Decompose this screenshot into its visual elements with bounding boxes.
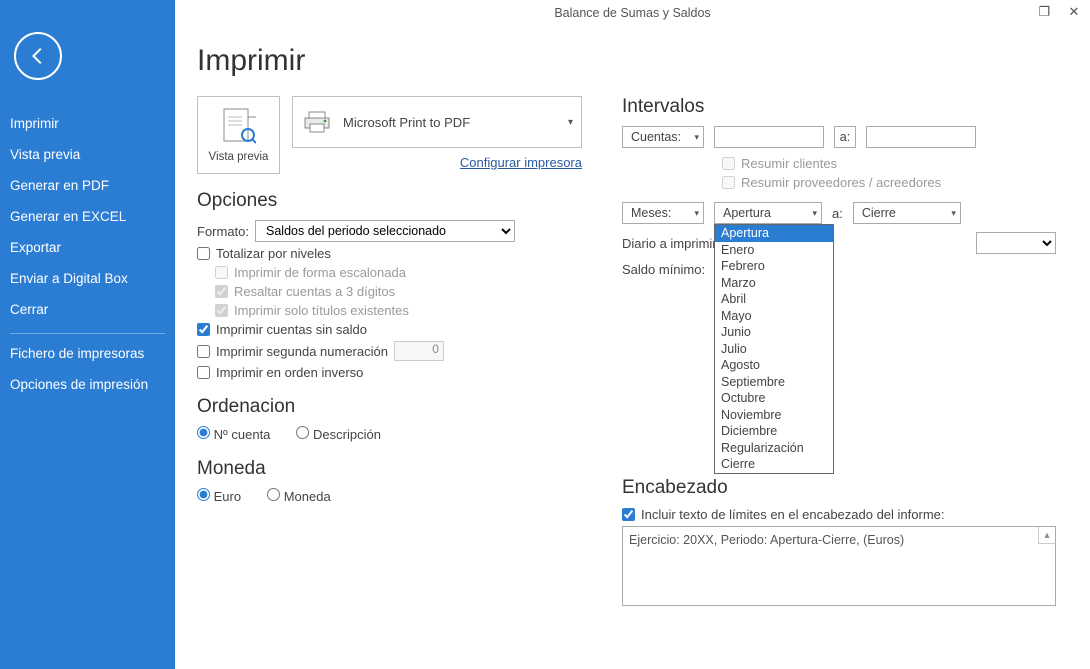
sidebar-separator xyxy=(10,333,165,334)
currency-other-label: Moneda xyxy=(284,489,331,504)
header-text: Ejercicio: 20XX, Periodo: Apertura-Cierr… xyxy=(629,533,904,547)
printer-name: Microsoft Print to PDF xyxy=(343,115,470,130)
preview-button[interactable]: Vista previa xyxy=(197,96,280,174)
totalize-label: Totalizar por niveles xyxy=(216,246,331,261)
summarize-suppliers-checkbox xyxy=(722,176,735,189)
month-option[interactable]: Diciembre xyxy=(715,423,833,440)
document-preview-icon xyxy=(222,107,256,147)
month-from-select[interactable]: Apertura ▾ xyxy=(714,202,822,224)
highlight3-checkbox xyxy=(215,285,228,298)
staggered-checkbox xyxy=(215,266,228,279)
month-from-value: Apertura xyxy=(723,206,771,220)
empty-balance-label: Imprimir cuentas sin saldo xyxy=(216,322,367,337)
sidebar: Imprimir Vista previa Generar en PDF Gen… xyxy=(0,0,175,669)
month-option[interactable]: Enero xyxy=(715,242,833,259)
header-section-title: Encabezado xyxy=(622,477,1056,499)
month-option[interactable]: Regularización xyxy=(715,440,833,457)
second-num-label: Imprimir segunda numeración xyxy=(216,344,388,359)
second-num-checkbox[interactable] xyxy=(197,345,210,358)
intervals-title: Intervalos xyxy=(622,96,1056,118)
only-titles-label: Imprimir solo títulos existentes xyxy=(234,303,409,318)
order-title: Ordenacion xyxy=(197,396,582,418)
accounts-label-dropdown[interactable]: Cuentas: ▾ xyxy=(622,126,704,148)
empty-balance-checkbox[interactable] xyxy=(197,323,210,336)
month-option[interactable]: Junio xyxy=(715,324,833,341)
include-limits-label: Incluir texto de límites en el encabezad… xyxy=(641,507,945,522)
month-option[interactable]: Abril xyxy=(715,291,833,308)
currency-euro-label: Euro xyxy=(214,489,241,504)
header-text-area[interactable]: Ejercicio: 20XX, Periodo: Apertura-Cierr… xyxy=(622,526,1056,606)
chevron-down-icon: ▾ xyxy=(568,117,573,128)
configure-printer-link[interactable]: Configurar impresora xyxy=(460,155,582,170)
order-desc-label: Descripción xyxy=(313,427,381,442)
sidebar-item-exportar[interactable]: Exportar xyxy=(0,232,175,263)
chevron-down-icon: ▾ xyxy=(694,132,699,143)
window-close-icon[interactable]: ✕ xyxy=(1066,4,1082,20)
window-title: Balance de Sumas y Saldos xyxy=(175,6,1090,20)
options-title: Opciones xyxy=(197,190,582,212)
currency-euro-radio[interactable] xyxy=(197,488,210,501)
back-button[interactable] xyxy=(14,32,62,80)
second-num-field: 0 xyxy=(394,341,444,361)
reverse-checkbox[interactable] xyxy=(197,366,210,379)
summarize-clients-label: Resumir clientes xyxy=(741,156,837,171)
month-option[interactable]: Octubre xyxy=(715,390,833,407)
include-limits-checkbox[interactable] xyxy=(622,508,635,521)
page-title: Imprimir xyxy=(197,44,1056,78)
month-to-value: Cierre xyxy=(862,206,896,220)
chevron-down-icon: ▾ xyxy=(812,208,817,219)
chevron-down-icon: ▾ xyxy=(694,208,699,219)
window-restore-icon[interactable]: ❐ xyxy=(1036,4,1052,20)
month-option[interactable]: Cierre xyxy=(715,456,833,473)
totalize-checkbox[interactable] xyxy=(197,247,210,260)
month-option[interactable]: Marzo xyxy=(715,275,833,292)
sidebar-item-imprimir[interactable]: Imprimir xyxy=(0,108,175,139)
order-num-radio[interactable] xyxy=(197,426,210,439)
month-from-options-list[interactable]: AperturaEneroFebreroMarzoAbrilMayoJunioJ… xyxy=(714,224,834,474)
month-option[interactable]: Febrero xyxy=(715,258,833,275)
months-label-dropdown[interactable]: Meses: ▾ xyxy=(622,202,704,224)
sidebar-item-generar-pdf[interactable]: Generar en PDF xyxy=(0,170,175,201)
sidebar-item-generar-excel[interactable]: Generar en EXCEL xyxy=(0,201,175,232)
preview-label: Vista previa xyxy=(209,151,269,163)
month-option[interactable]: Apertura xyxy=(715,225,833,242)
months-label: Meses: xyxy=(631,206,671,220)
sidebar-item-vista-previa[interactable]: Vista previa xyxy=(0,139,175,170)
month-option[interactable]: Julio xyxy=(715,341,833,358)
format-select[interactable]: Saldos del periodo seleccionado xyxy=(255,220,515,242)
sidebar-nav: Imprimir Vista previa Generar en PDF Gen… xyxy=(0,108,175,400)
sidebar-item-fichero-impresoras[interactable]: Fichero de impresoras xyxy=(0,338,175,369)
month-to-select[interactable]: Cierre ▾ xyxy=(853,202,961,224)
order-num-label: Nº cuenta xyxy=(214,427,271,442)
format-label: Formato: xyxy=(197,224,249,239)
diary-select[interactable] xyxy=(976,232,1056,254)
month-option[interactable]: Mayo xyxy=(715,308,833,325)
only-titles-checkbox xyxy=(215,304,228,317)
highlight3-label: Resaltar cuentas a 3 dígitos xyxy=(234,284,395,299)
month-option[interactable]: Septiembre xyxy=(715,374,833,391)
accounts-label: Cuentas: xyxy=(631,130,681,144)
order-desc-radio[interactable] xyxy=(296,426,309,439)
summarize-clients-checkbox xyxy=(722,157,735,170)
account-to-input[interactable] xyxy=(866,126,976,148)
scroll-up-icon[interactable]: ▴ xyxy=(1038,527,1055,544)
printer-selector[interactable]: Microsoft Print to PDF ▾ xyxy=(292,96,582,148)
month-option[interactable]: Noviembre xyxy=(715,407,833,424)
sidebar-item-opciones-impresion[interactable]: Opciones de impresión xyxy=(0,369,175,400)
sidebar-item-enviar-digital-box[interactable]: Enviar a Digital Box xyxy=(0,263,175,294)
staggered-label: Imprimir de forma escalonada xyxy=(234,265,406,280)
printer-icon xyxy=(303,110,331,134)
summarize-suppliers-label: Resumir proveedores / acreedores xyxy=(741,175,941,190)
currency-other-radio[interactable] xyxy=(267,488,280,501)
to-label-2: a: xyxy=(832,206,843,221)
chevron-down-icon: ▾ xyxy=(951,208,956,219)
month-option[interactable]: Agosto xyxy=(715,357,833,374)
to-label-1: a: xyxy=(834,126,856,148)
currency-title: Moneda xyxy=(197,458,582,480)
reverse-label: Imprimir en orden inverso xyxy=(216,365,363,380)
main-area: Balance de Sumas y Saldos ❐ ✕ Imprimir xyxy=(175,0,1090,669)
account-from-input[interactable] xyxy=(714,126,824,148)
sidebar-item-cerrar[interactable]: Cerrar xyxy=(0,294,175,325)
